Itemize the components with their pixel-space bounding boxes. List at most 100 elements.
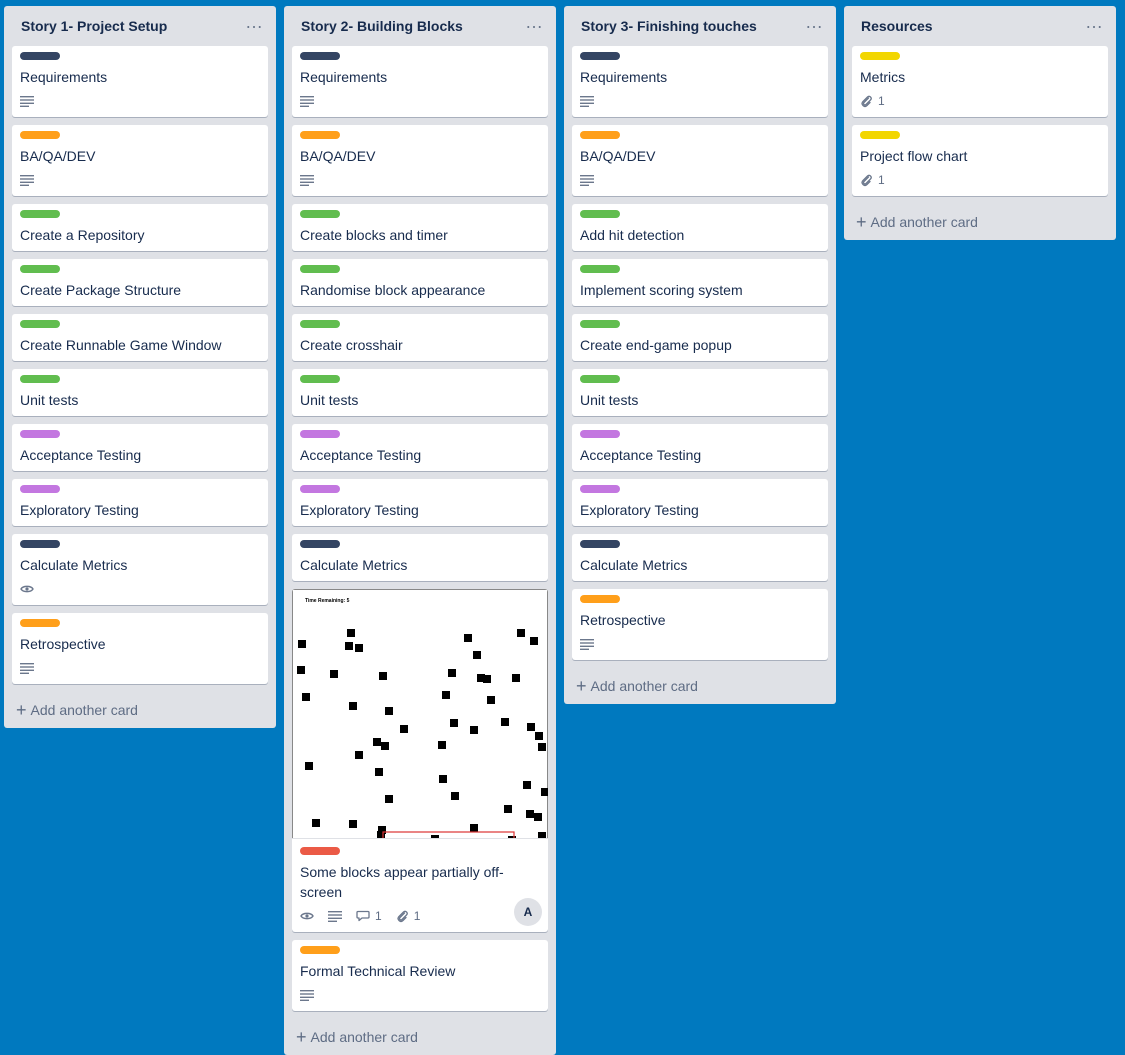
card[interactable]: Implement scoring system: [572, 259, 828, 306]
card[interactable]: Calculate Metrics: [12, 534, 268, 605]
game-block: [464, 634, 472, 642]
card-label[interactable]: [300, 847, 340, 855]
card-label[interactable]: [20, 375, 60, 383]
card[interactable]: BA/QA/DEV: [12, 125, 268, 196]
list-title[interactable]: Story 1- Project Setup: [21, 18, 167, 34]
card-label[interactable]: [20, 619, 60, 627]
card-label[interactable]: [300, 131, 340, 139]
game-block: [483, 675, 491, 683]
list-title[interactable]: Story 2- Building Blocks: [301, 18, 463, 34]
card-badges: 11: [300, 904, 540, 928]
card[interactable]: Calculate Metrics: [572, 534, 828, 581]
card-label[interactable]: [300, 375, 340, 383]
card-label[interactable]: [580, 595, 620, 603]
card-label[interactable]: [860, 131, 900, 139]
add-card-button[interactable]: + Add another card: [292, 1019, 548, 1055]
card-label[interactable]: [300, 210, 340, 218]
card[interactable]: Unit tests: [12, 369, 268, 416]
card-label[interactable]: [300, 485, 340, 493]
card[interactable]: Calculate Metrics: [292, 534, 548, 581]
list-menu-icon[interactable]: …: [1085, 13, 1104, 35]
card[interactable]: Requirements: [572, 46, 828, 117]
card[interactable]: Unit tests: [572, 369, 828, 416]
card-title: Acceptance Testing: [580, 447, 702, 463]
card-label[interactable]: [300, 265, 340, 273]
card-label[interactable]: [580, 540, 620, 548]
card-label[interactable]: [20, 430, 60, 438]
card-title: Acceptance Testing: [20, 447, 142, 463]
card-label[interactable]: [300, 320, 340, 328]
card[interactable]: Project flow chart 1: [852, 125, 1108, 196]
list-menu-icon[interactable]: …: [805, 13, 824, 35]
card[interactable]: Create crosshair: [292, 314, 548, 361]
game-block: [448, 669, 456, 677]
card-label[interactable]: [580, 375, 620, 383]
card-label[interactable]: [20, 210, 60, 218]
game-block: [530, 637, 538, 645]
card[interactable]: Create end-game popup: [572, 314, 828, 361]
card[interactable]: Unit tests: [292, 369, 548, 416]
card[interactable]: Requirements: [292, 46, 548, 117]
add-card-label: Add another card: [30, 702, 138, 718]
card[interactable]: Create a Repository: [12, 204, 268, 251]
card[interactable]: Create blocks and timer: [292, 204, 548, 251]
card-title: Exploratory Testing: [20, 502, 139, 518]
card[interactable]: Exploratory Testing: [12, 479, 268, 526]
add-card-button[interactable]: + Add another card: [852, 204, 1108, 240]
card-label[interactable]: [580, 430, 620, 438]
list-header: Story 1- Project Setup …: [12, 6, 268, 46]
game-block: [297, 666, 305, 674]
add-card-button[interactable]: + Add another card: [572, 668, 828, 704]
list-menu-icon[interactable]: …: [525, 13, 544, 35]
card[interactable]: Metrics 1: [852, 46, 1108, 117]
plus-icon: +: [296, 1027, 307, 1047]
card[interactable]: Acceptance Testing: [12, 424, 268, 471]
game-block: [470, 726, 478, 734]
card[interactable]: BA/QA/DEV: [292, 125, 548, 196]
card[interactable]: Exploratory Testing: [572, 479, 828, 526]
card-label[interactable]: [300, 540, 340, 548]
card[interactable]: Retrospective: [572, 589, 828, 660]
card[interactable]: Acceptance Testing: [292, 424, 548, 471]
card-label[interactable]: [300, 946, 340, 954]
game-block: [508, 836, 516, 838]
card[interactable]: Requirements: [12, 46, 268, 117]
card-label[interactable]: [300, 52, 340, 60]
card[interactable]: BA/QA/DEV: [572, 125, 828, 196]
card-label[interactable]: [20, 52, 60, 60]
card-label[interactable]: [860, 52, 900, 60]
card[interactable]: Add hit detection: [572, 204, 828, 251]
list-title[interactable]: Story 3- Finishing touches: [581, 18, 757, 34]
game-block: [439, 775, 447, 783]
card[interactable]: Retrospective: [12, 613, 268, 684]
card-label[interactable]: [580, 131, 620, 139]
list-menu-icon[interactable]: …: [245, 13, 264, 35]
card-label[interactable]: [20, 485, 60, 493]
card-label[interactable]: [20, 320, 60, 328]
card[interactable]: Formal Technical Review: [292, 940, 548, 1011]
card[interactable]: Create Package Structure: [12, 259, 268, 306]
card[interactable]: Randomise block appearance: [292, 259, 548, 306]
card-badges: 1: [860, 168, 1100, 192]
card-label[interactable]: [580, 52, 620, 60]
card-label[interactable]: [20, 540, 60, 548]
card[interactable]: Acceptance Testing: [572, 424, 828, 471]
card-label[interactable]: [580, 485, 620, 493]
member-avatar[interactable]: A: [514, 898, 542, 926]
game-block: [431, 835, 439, 838]
card-label[interactable]: [20, 265, 60, 273]
card[interactable]: Create Runnable Game Window: [12, 314, 268, 361]
description-icon: [580, 95, 594, 107]
card-label[interactable]: [580, 210, 620, 218]
card-label[interactable]: [300, 430, 340, 438]
card-label[interactable]: [580, 265, 620, 273]
card[interactable]: Time Remaining: 5 Some blocks appear part…: [292, 589, 548, 932]
add-card-button[interactable]: + Add another card: [12, 692, 268, 728]
game-block: [302, 693, 310, 701]
card[interactable]: Exploratory Testing: [292, 479, 548, 526]
card-label[interactable]: [20, 131, 60, 139]
list-title[interactable]: Resources: [861, 18, 933, 34]
card-label[interactable]: [580, 320, 620, 328]
game-block: [385, 795, 393, 803]
game-block: [330, 670, 338, 678]
